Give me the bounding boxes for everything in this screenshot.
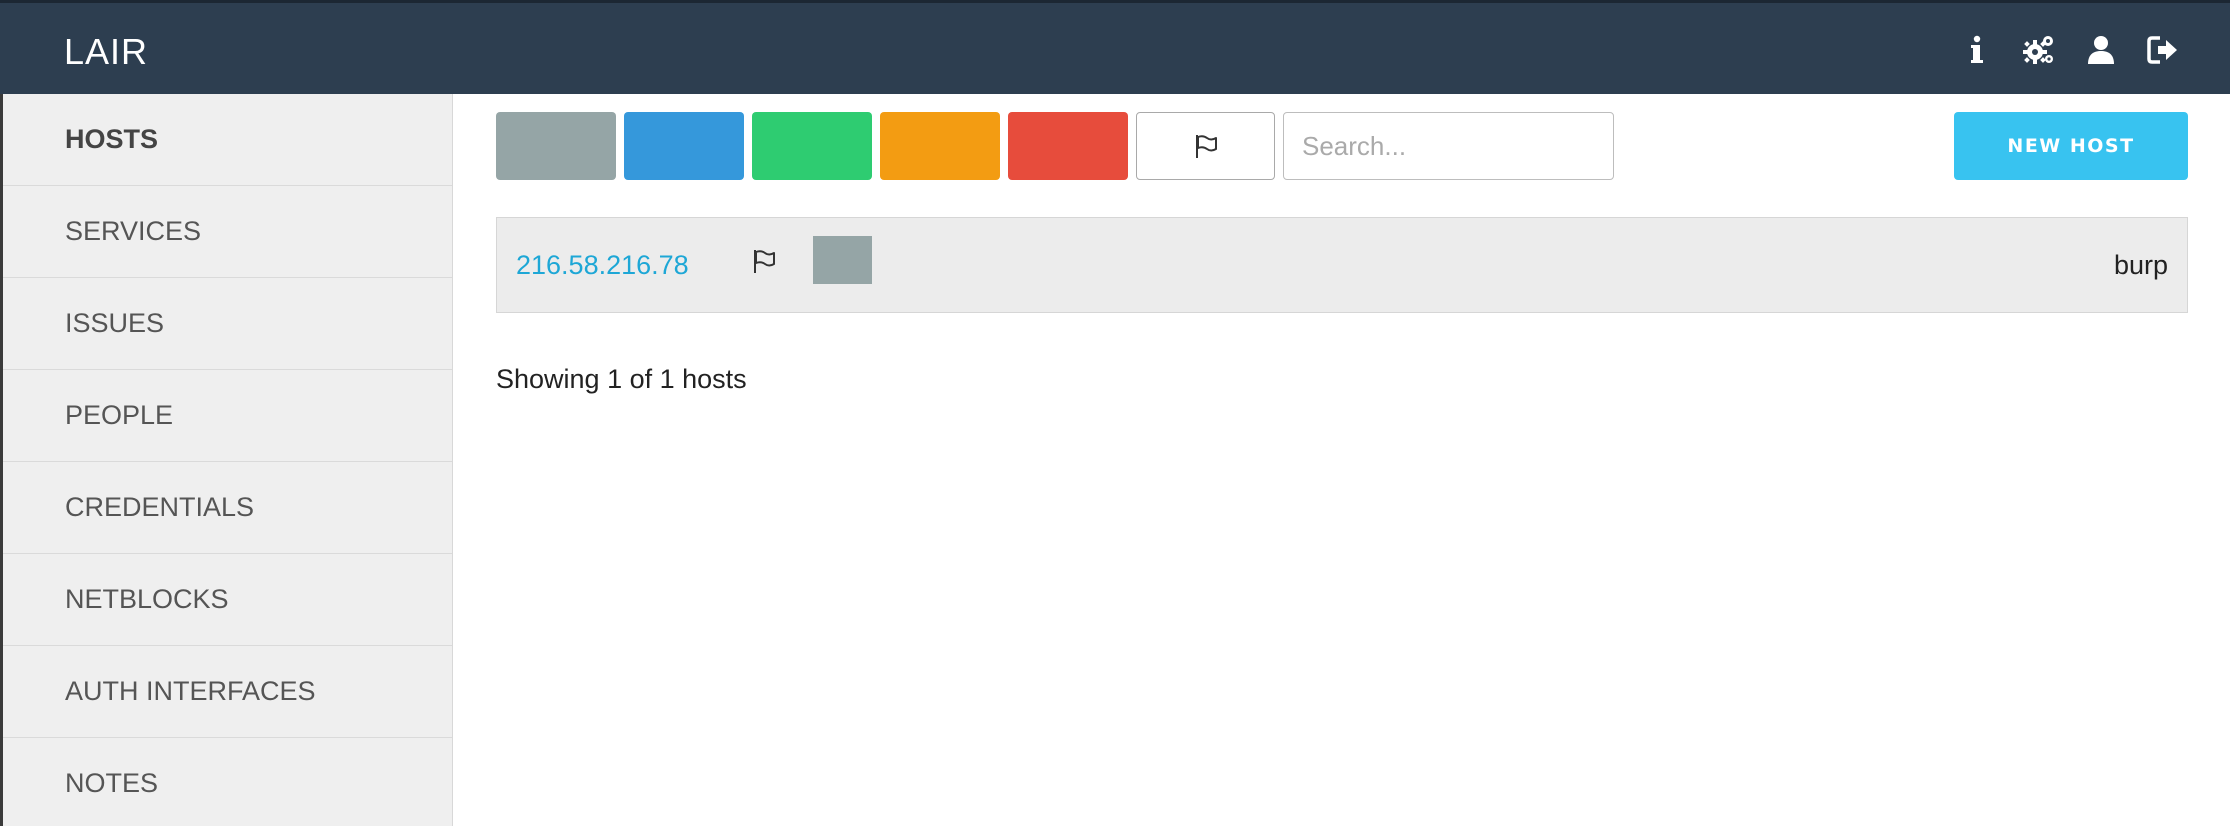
sidebar-item-label: AUTH INTERFACES bbox=[65, 676, 316, 706]
status-filter-blue[interactable] bbox=[624, 112, 744, 180]
sidebar: HOSTS SERVICES ISSUES PEOPLE CREDENTIALS… bbox=[0, 94, 453, 826]
flag-icon[interactable] bbox=[749, 246, 779, 276]
sidebar-item-credentials[interactable]: CREDENTIALS bbox=[3, 462, 452, 554]
sidebar-item-hosts[interactable]: HOSTS bbox=[3, 94, 452, 186]
info-icon[interactable] bbox=[1960, 33, 1994, 67]
sidebar-item-label: CREDENTIALS bbox=[65, 492, 255, 522]
sidebar-item-label: SERVICES bbox=[65, 216, 202, 246]
sidebar-item-netblocks[interactable]: NETBLOCKS bbox=[3, 554, 452, 646]
sidebar-item-label: HOSTS bbox=[65, 124, 159, 154]
host-tag: burp bbox=[2113, 249, 2168, 280]
main-content: NEW HOST 216.58.216.78 burp Showing 1 of… bbox=[454, 94, 2230, 826]
host-status-badge[interactable] bbox=[813, 236, 872, 284]
sidebar-item-label: PEOPLE bbox=[65, 400, 174, 430]
sidebar-item-notes[interactable]: NOTES bbox=[3, 738, 452, 826]
user-icon[interactable] bbox=[2084, 33, 2118, 67]
sidebar-item-services[interactable]: SERVICES bbox=[3, 186, 452, 278]
sidebar-item-label: NETBLOCKS bbox=[65, 584, 229, 614]
top-icon-group bbox=[1960, 33, 2180, 67]
status-filter-red[interactable] bbox=[1008, 112, 1128, 180]
top-navbar: LAIR bbox=[0, 0, 2230, 94]
flag-filter-button[interactable] bbox=[1136, 112, 1275, 180]
sign-out-icon[interactable] bbox=[2146, 33, 2180, 67]
new-host-button[interactable]: NEW HOST bbox=[1954, 112, 2188, 180]
status-filter-grey[interactable] bbox=[496, 112, 616, 180]
filter-bar bbox=[496, 112, 1614, 180]
flag-icon bbox=[1195, 135, 1217, 158]
results-count: Showing 1 of 1 hosts bbox=[496, 364, 747, 394]
sidebar-item-label: ISSUES bbox=[65, 308, 165, 338]
search-input[interactable] bbox=[1283, 112, 1614, 180]
sidebar-item-auth-interfaces[interactable]: AUTH INTERFACES bbox=[3, 646, 452, 738]
host-ip-link[interactable]: 216.58.216.78 bbox=[516, 250, 689, 281]
app-title[interactable]: LAIR bbox=[64, 31, 148, 73]
status-filter-green[interactable] bbox=[752, 112, 872, 180]
sidebar-item-issues[interactable]: ISSUES bbox=[3, 278, 452, 370]
gears-icon[interactable] bbox=[2022, 33, 2056, 67]
status-filter-orange[interactable] bbox=[880, 112, 1000, 180]
table-row: 216.58.216.78 burp bbox=[496, 217, 2188, 313]
sidebar-item-label: NOTES bbox=[65, 768, 159, 798]
sidebar-item-people[interactable]: PEOPLE bbox=[3, 370, 452, 462]
